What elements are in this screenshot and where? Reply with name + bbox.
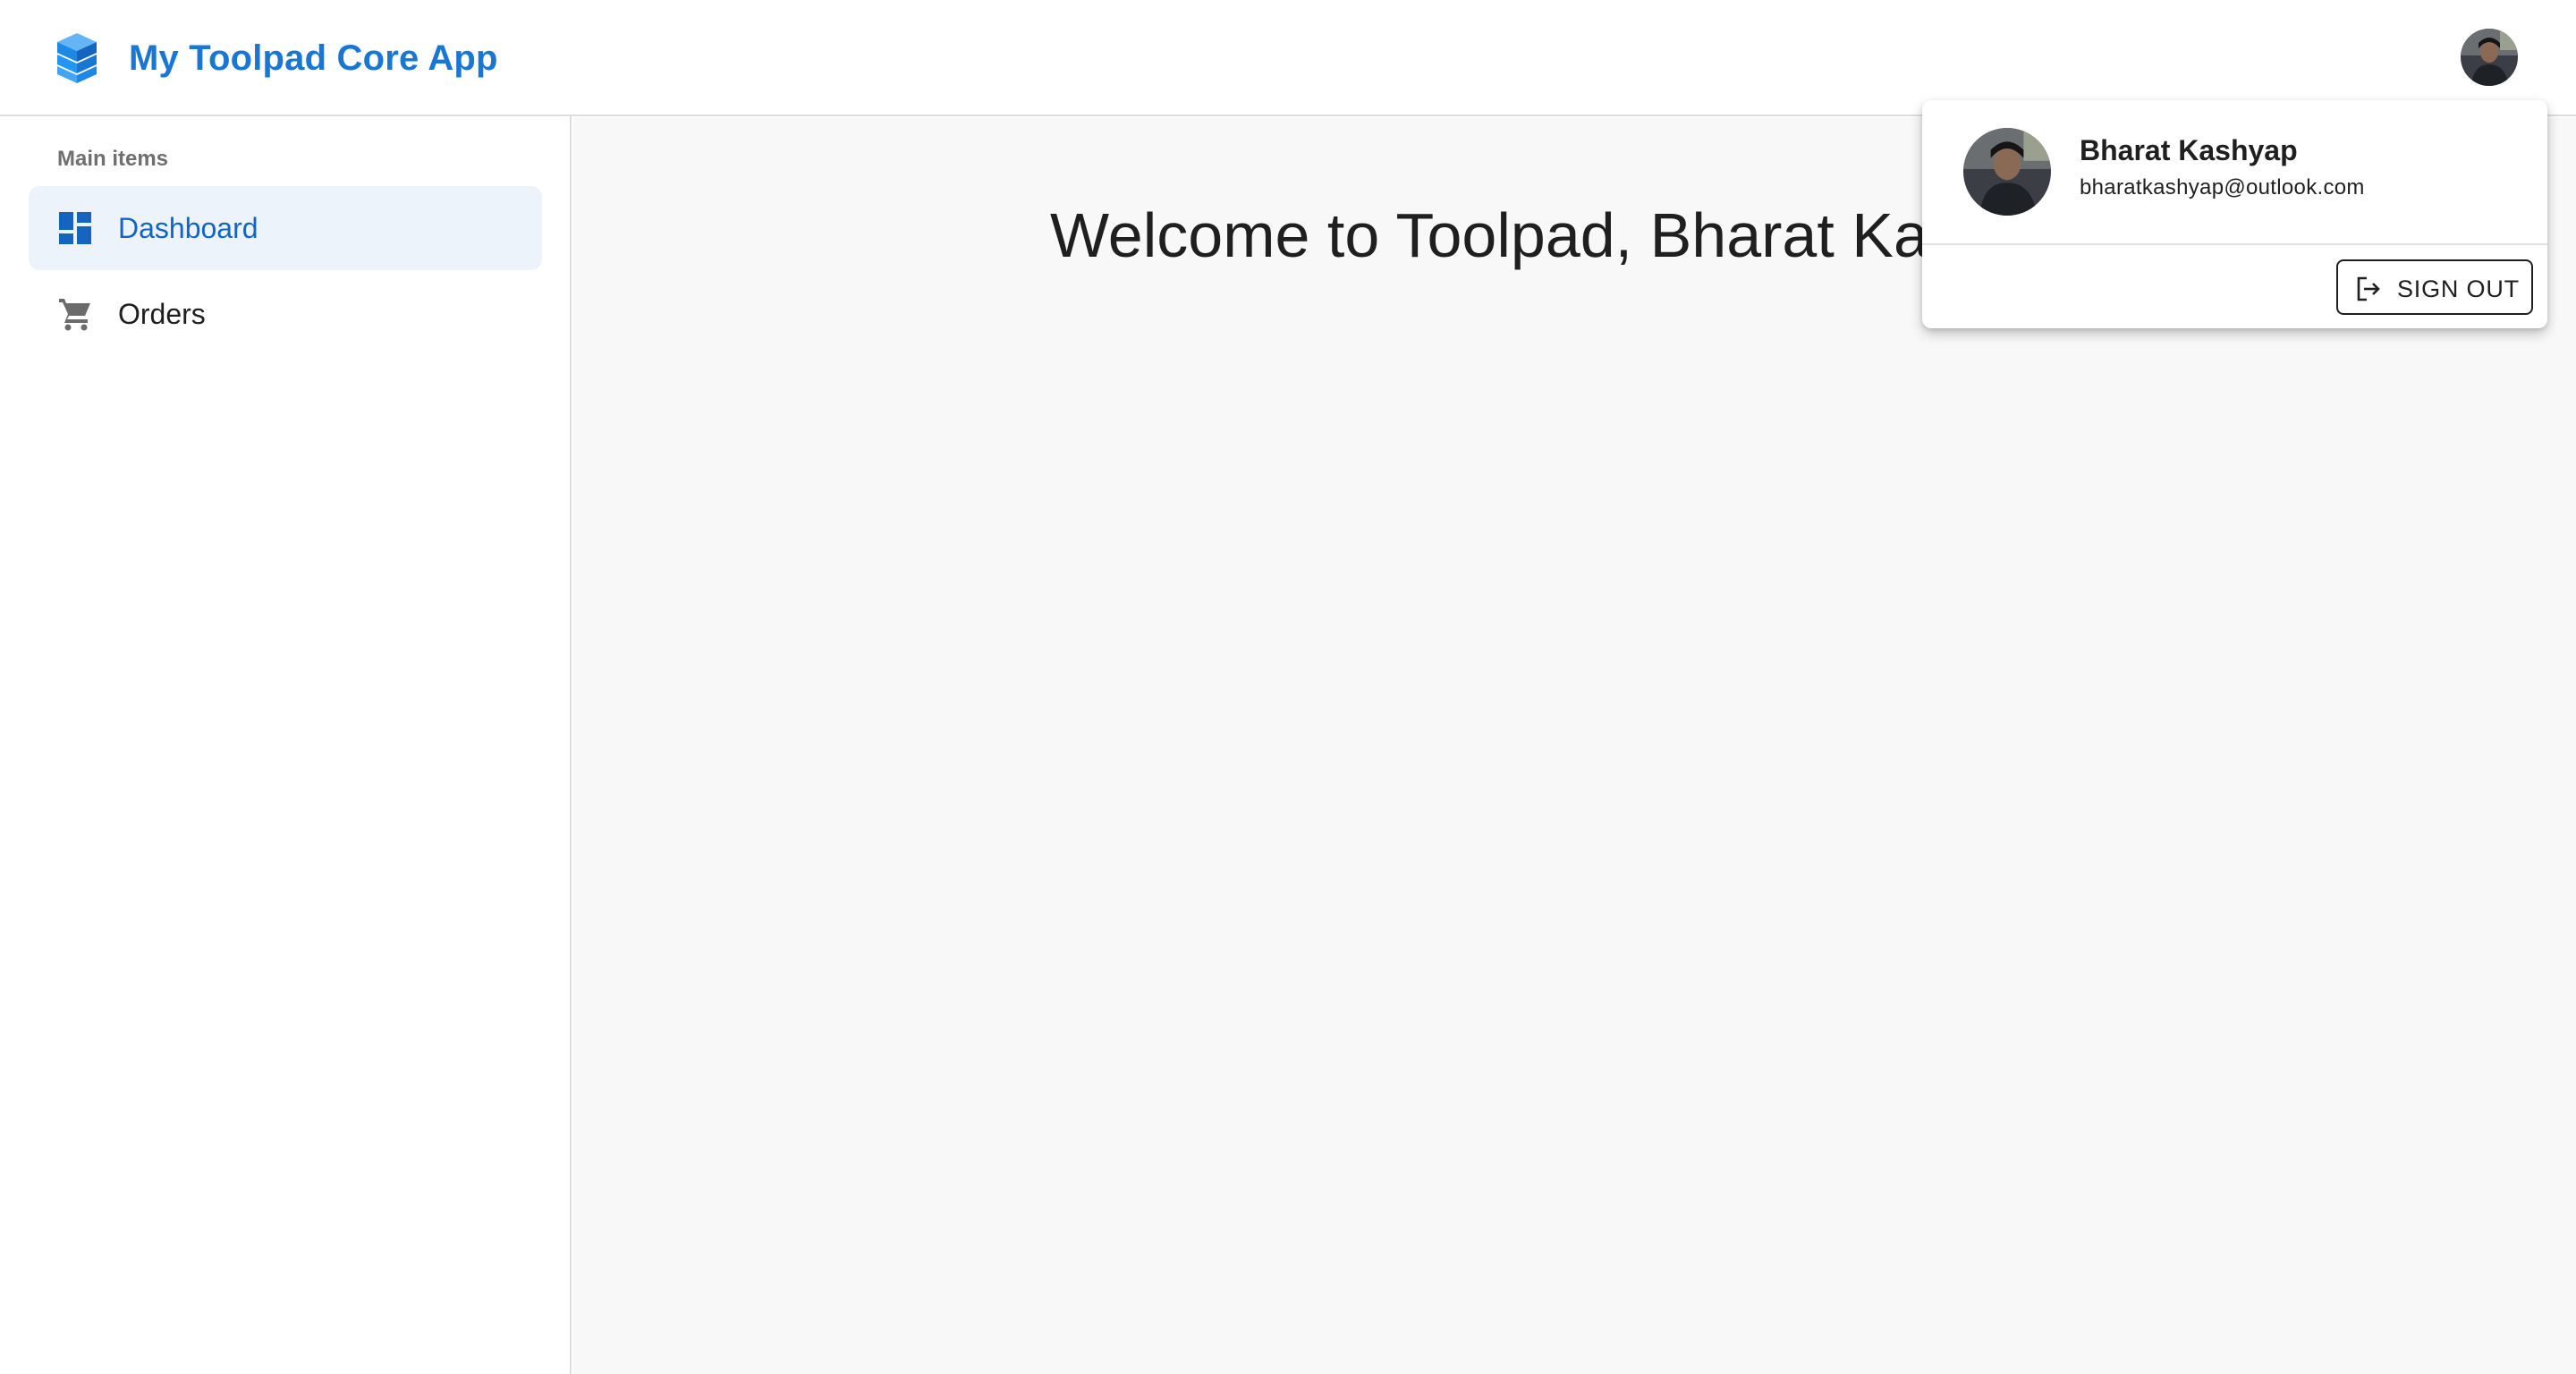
app-title: My Toolpad Core App [129,38,498,78]
user-avatar-icon [2461,29,2518,86]
account-email: bharatkashyap@outlook.com [2080,175,2365,199]
sidebar-item-label: Dashboard [118,212,258,244]
brand[interactable]: My Toolpad Core App [54,25,498,91]
sign-out-button[interactable]: SIGN OUT [2336,259,2533,315]
sidebar-section-label: Main items [57,147,169,171]
stacked-cubes-icon [57,33,97,83]
user-avatar-icon [1963,128,2051,216]
popover-avatar [1963,128,2051,216]
account-name: Bharat Kashyap [2080,134,2298,166]
divider [1922,243,2547,245]
app-header: My Toolpad Core App [0,0,2576,116]
sidebar: Main items Dashboard Orders [0,116,572,1374]
account-avatar-button[interactable] [2461,29,2518,86]
account-popover: Bharat Kashyap bharatkashyap@outlook.com… [1922,100,2547,328]
logout-icon [2357,276,2380,301]
sidebar-item-orders[interactable]: Orders [29,272,542,356]
sign-out-label: SIGN OUT [2397,276,2520,302]
dashboard-icon [59,212,91,244]
sidebar-item-label: Orders [118,298,206,330]
shopping-cart-icon [59,299,90,331]
sidebar-item-dashboard[interactable]: Dashboard [29,186,542,270]
